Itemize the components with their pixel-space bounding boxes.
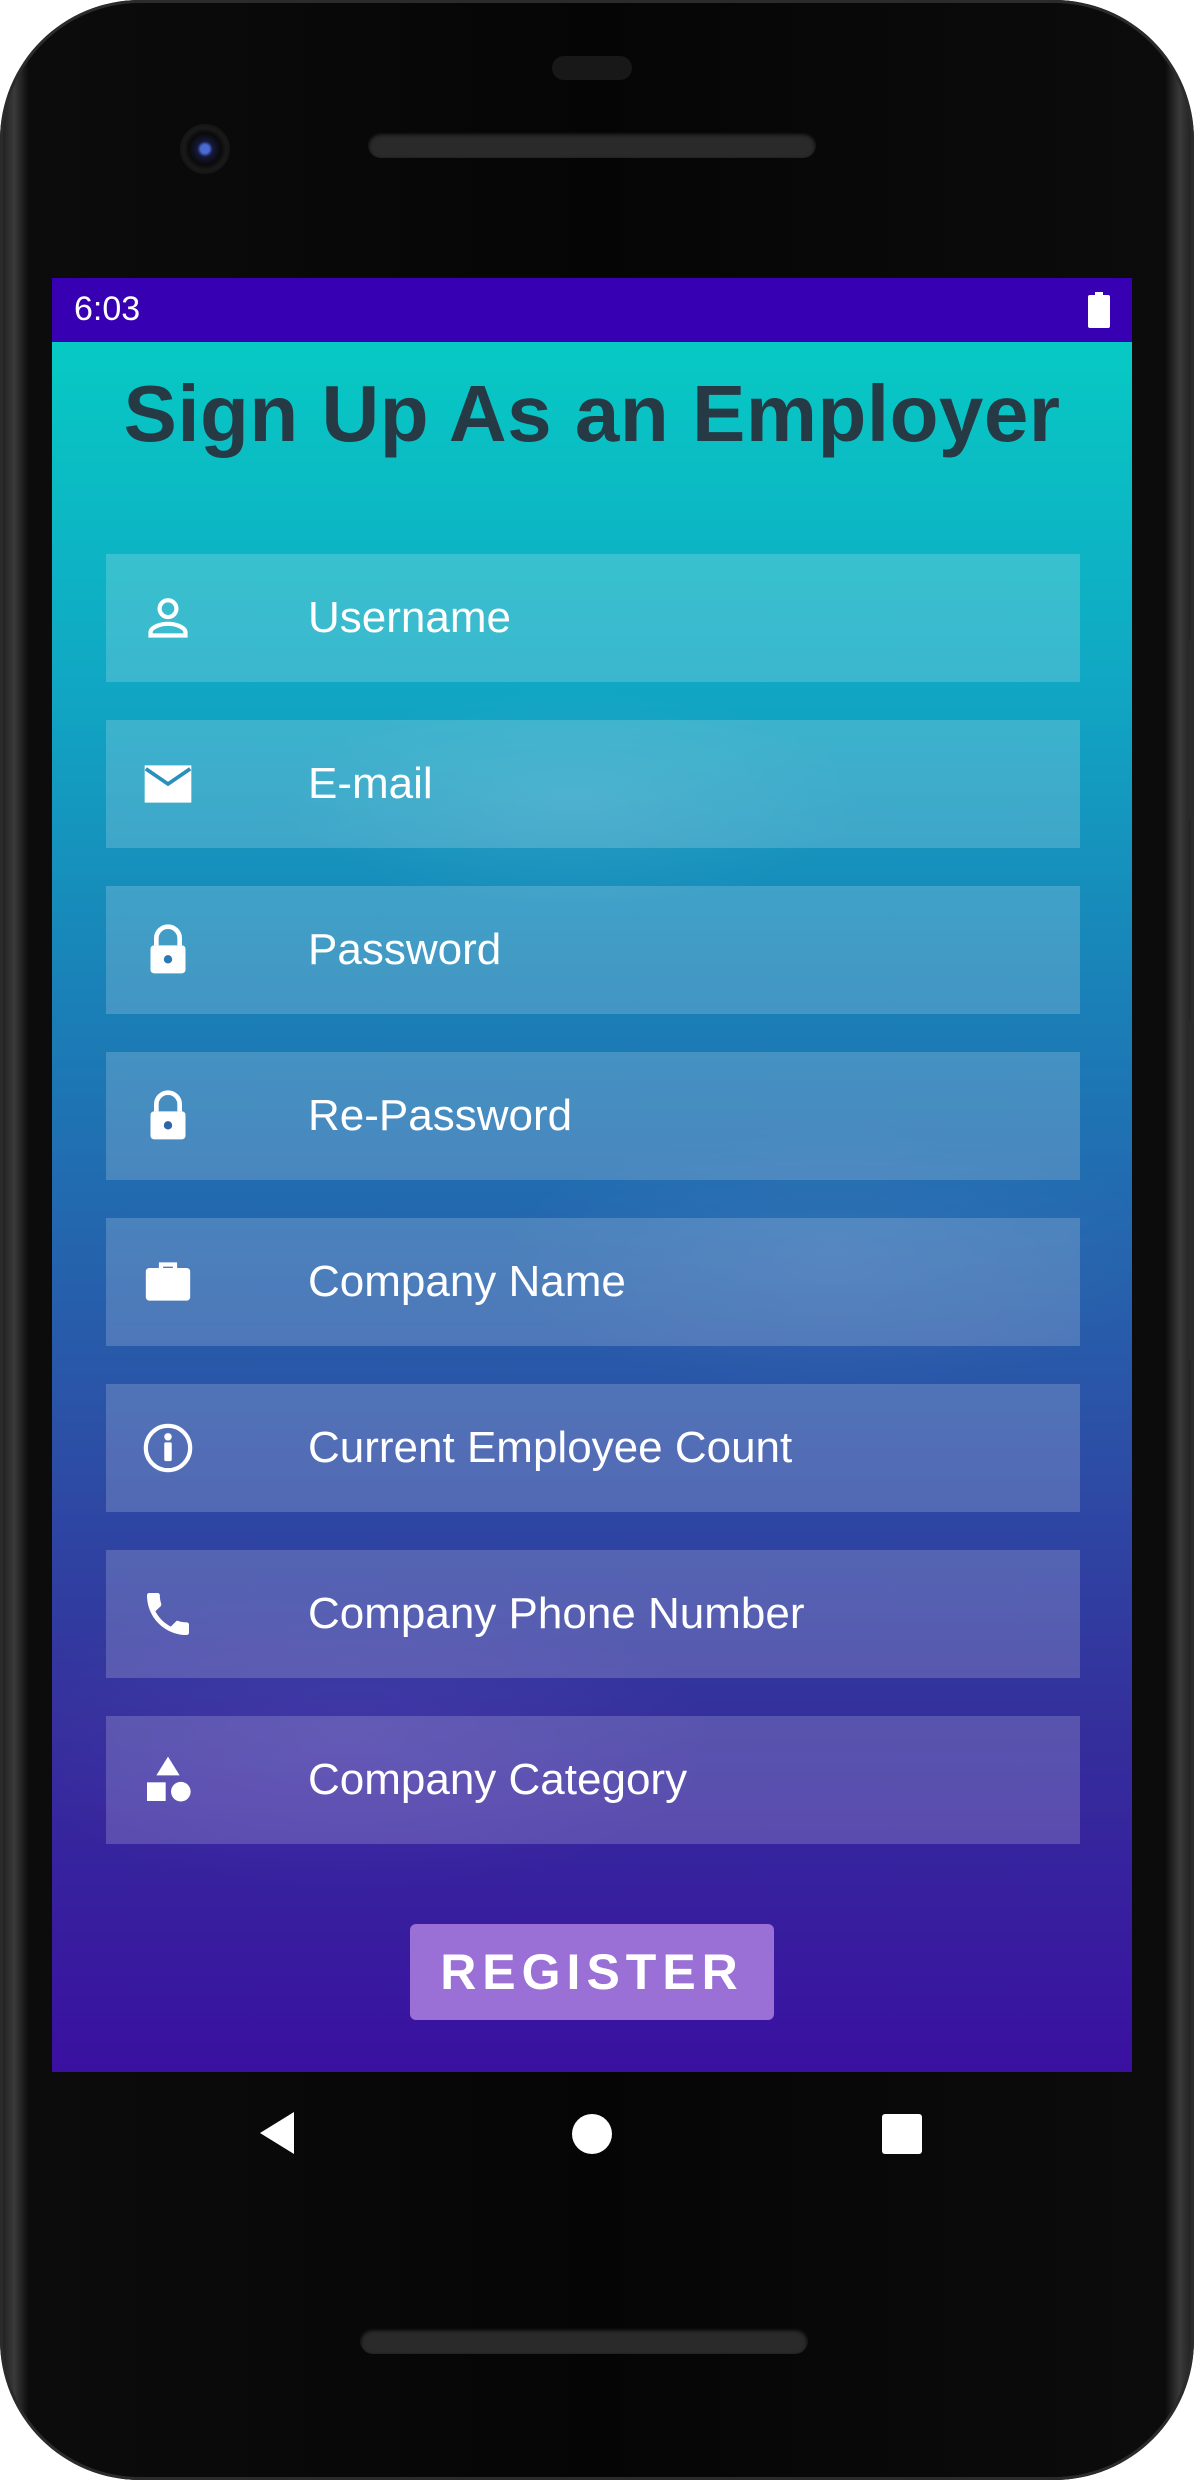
sensor-notch <box>552 56 632 80</box>
recent-apps-icon[interactable] <box>882 2114 922 2154</box>
lock-icon <box>150 924 186 974</box>
battery-icon <box>1088 292 1110 328</box>
page-title: Sign Up As an Employer <box>123 369 1061 458</box>
username-field[interactable]: Username <box>106 554 1080 682</box>
info-person-icon <box>143 1423 193 1473</box>
category-shapes-icon <box>147 1756 191 1802</box>
company-name-placeholder: Company Name <box>308 1257 626 1306</box>
person-icon <box>148 598 188 638</box>
employee-count-field[interactable]: Current Employee Count <box>106 1384 1080 1512</box>
phone-icon <box>147 1593 189 1635</box>
company-name-field[interactable]: Company Name <box>106 1218 1080 1346</box>
back-icon[interactable] <box>256 2110 296 2156</box>
earpiece-speaker <box>368 132 816 158</box>
volume-button <box>1186 1020 1194 1360</box>
app-screen: 6:03 Sign Up As an Employer Username E-m… <box>52 278 1132 2072</box>
lock-icon <box>150 1090 186 1140</box>
email-placeholder: E-mail <box>308 759 433 808</box>
power-button <box>1186 640 1194 820</box>
company-category-placeholder: Company Category <box>308 1755 688 1804</box>
home-icon[interactable] <box>572 2114 612 2154</box>
bottom-speaker <box>360 2328 808 2354</box>
company-phone-placeholder: Company Phone Number <box>308 1589 805 1638</box>
employee-count-placeholder: Current Employee Count <box>308 1423 793 1472</box>
status-bar: 6:03 <box>52 278 1132 342</box>
email-icon <box>144 765 192 803</box>
company-phone-field[interactable]: Company Phone Number <box>106 1550 1080 1678</box>
email-field[interactable]: E-mail <box>106 720 1080 848</box>
password-placeholder: Password <box>308 925 502 974</box>
register-button[interactable]: REGISTER <box>410 1924 774 2020</box>
password-field[interactable]: Password <box>106 886 1080 1014</box>
status-time: 6:03 <box>74 290 141 328</box>
briefcase-icon <box>145 1262 191 1301</box>
front-camera <box>180 124 230 174</box>
re-password-placeholder: Re-Password <box>308 1091 573 1140</box>
phone-frame: 6:03 Sign Up As an Employer Username E-m… <box>0 0 1194 2480</box>
username-placeholder: Username <box>308 593 511 642</box>
company-category-field[interactable]: Company Category <box>106 1716 1080 1844</box>
re-password-field[interactable]: Re-Password <box>106 1052 1080 1180</box>
